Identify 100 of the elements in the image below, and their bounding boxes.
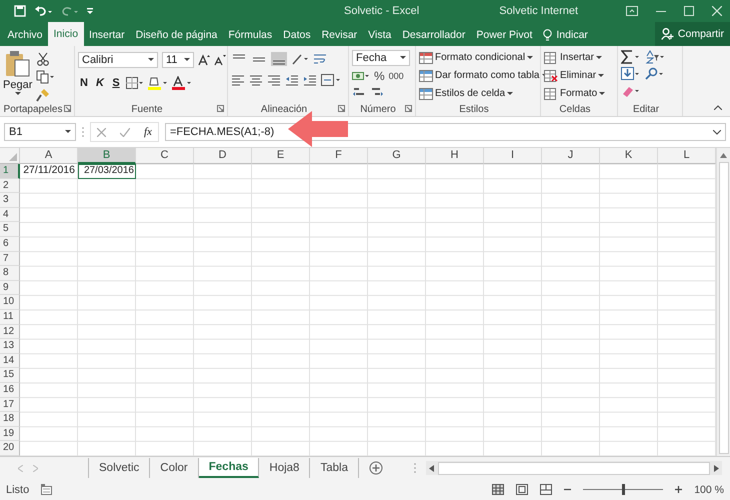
formula-field[interactable]: =FECHA.MES(A1;-8) xyxy=(164,123,726,141)
column-header[interactable]: L xyxy=(658,148,716,164)
ribbon-tab[interactable]: Archivo xyxy=(2,24,48,46)
dialog-launcher-icon[interactable] xyxy=(338,105,345,112)
column-header[interactable]: I xyxy=(484,148,542,164)
horizontal-align-icon[interactable] xyxy=(249,74,263,86)
ribbon-tab[interactable]: Datos xyxy=(278,24,316,46)
page-break-icon[interactable] xyxy=(540,484,552,495)
row-header[interactable]: 19 xyxy=(0,426,20,442)
row-header[interactable]: 5 xyxy=(0,222,20,237)
scroll-up-icon[interactable] xyxy=(720,153,727,158)
eraser-icon[interactable] xyxy=(621,84,641,98)
check-icon[interactable] xyxy=(120,128,130,136)
merge-cells-icon[interactable] xyxy=(321,74,341,86)
tell-me-button[interactable]: Indicar xyxy=(538,24,594,46)
row-header[interactable]: 20 xyxy=(0,441,20,456)
borders-icon[interactable] xyxy=(126,77,144,89)
row-header[interactable]: 2 xyxy=(0,178,20,194)
ribbon-tab[interactable]: Fórmulas xyxy=(222,24,278,46)
cells-menu-button[interactable]: Insertar xyxy=(544,50,606,65)
row-header[interactable]: 14 xyxy=(0,354,20,368)
collapse-ribbon-icon[interactable] xyxy=(714,105,722,110)
cells-menu-button[interactable]: Eliminar xyxy=(544,68,606,83)
orientation-icon[interactable] xyxy=(291,52,309,66)
row-header[interactable]: 7 xyxy=(0,252,20,266)
sheet-tab[interactable]: Tabla xyxy=(310,458,359,478)
column-header[interactable]: J xyxy=(542,148,600,164)
row-header[interactable]: 18 xyxy=(0,412,20,427)
underline-button[interactable]: S xyxy=(110,77,122,89)
scroll-right-icon[interactable] xyxy=(714,464,719,472)
dialog-launcher-icon[interactable] xyxy=(64,105,71,112)
ribbon-tab[interactable]: Inicio xyxy=(48,22,84,46)
thousands-button[interactable]: 000 xyxy=(388,71,404,81)
close-icon[interactable] xyxy=(712,6,722,16)
macro-record-icon[interactable] xyxy=(41,484,54,495)
percent-button[interactable]: % xyxy=(374,69,385,83)
redo-icon[interactable] xyxy=(60,5,78,17)
column-header[interactable]: H xyxy=(426,148,484,164)
vertical-scrollbar[interactable] xyxy=(716,148,730,456)
ribbon-tab[interactable]: Diseño de página xyxy=(130,24,223,46)
zoom-in-icon[interactable] xyxy=(675,486,682,493)
sheet-tab[interactable]: Solvetic xyxy=(89,458,150,478)
paste-button[interactable]: Pegar xyxy=(3,50,32,102)
row-header[interactable]: 6 xyxy=(0,236,20,252)
row-header[interactable]: 4 xyxy=(0,208,20,222)
ribbon-tab[interactable]: Insertar xyxy=(84,24,130,46)
horizontal-align-icon[interactable] xyxy=(267,74,281,86)
column-header[interactable]: C xyxy=(136,148,194,164)
increase-indent-icon[interactable] xyxy=(303,74,317,86)
number-format-field[interactable]: Fecha xyxy=(352,50,410,66)
decrease-decimal-icon[interactable] xyxy=(370,86,384,98)
row-header[interactable]: 8 xyxy=(0,266,20,281)
insert-function-button[interactable]: fx xyxy=(144,126,152,138)
expand-icon[interactable] xyxy=(713,130,721,134)
ribbon-tab[interactable]: Desarrollador xyxy=(396,24,471,46)
page-layout-icon[interactable] xyxy=(516,484,528,495)
column-header[interactable]: F xyxy=(310,148,368,164)
decrease-font-icon[interactable] xyxy=(214,54,226,66)
normal-view-icon[interactable] xyxy=(492,484,504,495)
autosum-icon[interactable] xyxy=(621,50,641,64)
cells-menu-button[interactable]: Formato xyxy=(544,86,606,101)
increase-decimal-icon[interactable] xyxy=(352,86,366,98)
row-header[interactable]: 11 xyxy=(0,310,20,325)
column-header[interactable]: D xyxy=(194,148,252,164)
save-icon[interactable] xyxy=(14,5,26,17)
add-sheet-icon[interactable] xyxy=(368,461,383,475)
italic-button[interactable]: K xyxy=(94,77,106,89)
column-header[interactable]: G xyxy=(368,148,426,164)
increase-font-icon[interactable] xyxy=(198,54,210,66)
row-header[interactable]: 10 xyxy=(0,295,20,310)
bold-button[interactable]: N xyxy=(78,77,90,89)
customize-icon[interactable] xyxy=(86,5,94,17)
dialog-launcher-icon[interactable] xyxy=(405,105,412,112)
sheet-tab[interactable]: Fechas xyxy=(198,458,260,478)
dialog-launcher-icon[interactable] xyxy=(217,105,224,112)
column-header[interactable]: B xyxy=(78,148,136,164)
maximize-icon[interactable] xyxy=(684,6,694,16)
ribbon-tab[interactable]: Revisar xyxy=(316,24,363,46)
zoom-level-text[interactable]: 100 % xyxy=(694,484,724,496)
row-header[interactable]: 1 xyxy=(0,164,20,179)
horizontal-scrollbar[interactable] xyxy=(426,461,722,475)
ribbon-tab[interactable]: Vista xyxy=(362,24,397,46)
column-header[interactable]: E xyxy=(252,148,310,164)
copy-icon[interactable] xyxy=(36,70,54,84)
format-painter-icon[interactable] xyxy=(36,88,50,102)
ribbon-options-icon[interactable] xyxy=(626,6,638,16)
zoom-thumb[interactable] xyxy=(622,484,625,495)
share-button[interactable]: Compartir xyxy=(654,22,730,46)
search-icon[interactable] xyxy=(645,67,665,81)
scroll-left-icon[interactable] xyxy=(429,464,434,472)
font-color-icon[interactable] xyxy=(172,76,192,90)
column-header[interactable]: A xyxy=(20,148,78,164)
wrap-text-icon[interactable] xyxy=(313,52,327,66)
decrease-indent-icon[interactable] xyxy=(285,74,299,86)
zoom-out-icon[interactable] xyxy=(564,486,572,493)
column-header[interactable]: K xyxy=(600,148,658,164)
font-size-field[interactable]: 11 xyxy=(162,52,194,68)
ribbon-tab[interactable]: Power Pivot xyxy=(470,24,538,46)
row-header[interactable]: 17 xyxy=(0,398,20,412)
vertical-align-icon[interactable] xyxy=(271,52,287,66)
